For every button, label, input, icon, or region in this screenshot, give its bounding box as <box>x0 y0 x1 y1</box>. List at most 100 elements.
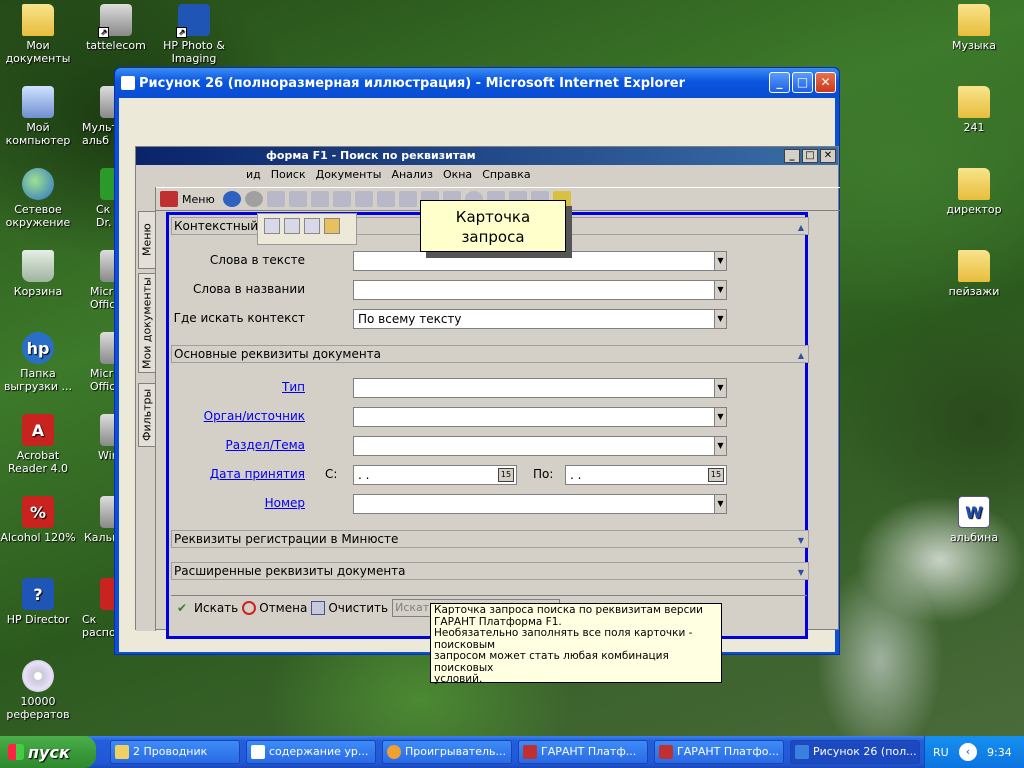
where-to-search-select[interactable]: По всему тексту ▼ <box>353 309 727 329</box>
type-field[interactable]: ▼ <box>353 378 727 398</box>
number-link[interactable]: Номер <box>169 496 305 510</box>
font-increase-icon[interactable] <box>332 191 351 207</box>
search-button[interactable]: ✔ Искать <box>177 601 238 615</box>
desktop-icon-my-computer[interactable]: Мой компьютер <box>0 86 76 147</box>
desktop-icon-hp-photo[interactable]: ↗ HP Photo & Imaging <box>156 4 232 65</box>
garant-minimize-button[interactable]: _ <box>784 149 800 163</box>
organ-link[interactable]: Орган/источник <box>169 409 305 423</box>
desktop-icon-windows[interactable]: Win <box>78 414 132 462</box>
minimize-button[interactable]: _ <box>769 72 790 93</box>
menu-item[interactable]: ид <box>246 168 261 181</box>
desktop-icon-241[interactable]: 241 <box>936 86 1012 134</box>
desktop-icon-acrobat[interactable]: A Acrobat Reader 4.0 <box>0 414 76 475</box>
date-link[interactable]: Дата принятия <box>169 467 305 481</box>
system-tray: RU ‹ 9:34 <box>924 736 1024 768</box>
desktop-icon-recognize[interactable]: Ск распоз <box>78 578 132 639</box>
dropdown-arrow-icon[interactable]: ▼ <box>714 281 726 299</box>
desktop-icon-landscapes[interactable]: пейзажи <box>936 250 1012 298</box>
menu-item-search[interactable]: Поиск <box>271 168 306 181</box>
menu-item-documents[interactable]: Документы <box>316 168 382 181</box>
words-in-title-field[interactable]: ▼ <box>353 280 727 300</box>
desktop-icon-office-2[interactable]: Micr Offic <box>78 332 132 393</box>
dropdown-arrow-icon[interactable]: ▼ <box>714 379 726 397</box>
desktop-icon-network[interactable]: Сетевое окружение <box>0 168 76 229</box>
desktop-icon-my-documents[interactable]: Мои документы <box>0 4 76 65</box>
desktop-icon-hp-director[interactable]: ? HP Director <box>0 578 76 626</box>
date-to-field[interactable]: . . 15 <box>565 465 727 485</box>
task-word[interactable]: содержание ур... <box>246 740 376 764</box>
ie-titlebar[interactable]: Рисунок 26 (полноразмерная иллюстрация) … <box>115 68 839 98</box>
folder-red-icon[interactable] <box>376 191 395 207</box>
desktop-icon-music[interactable]: Музыка <box>936 4 1012 52</box>
cancel-button[interactable]: Отмена <box>242 600 307 615</box>
desktop-icon-calculator[interactable]: Кальк <box>78 496 132 544</box>
garant-titlebar[interactable]: форма F1 - Поиск по реквизитам _ □ ✕ <box>136 147 838 165</box>
desktop-icon-office-1[interactable]: Micr Offic <box>78 250 132 311</box>
language-indicator[interactable]: RU <box>933 746 949 759</box>
desktop-icon-label: Сетевое окружение <box>5 203 71 229</box>
tab-my-documents[interactable]: Мои документы <box>138 273 156 373</box>
tab-filters[interactable]: Фильтры <box>138 383 156 447</box>
section-field[interactable]: ▼ <box>353 436 727 456</box>
menu-item-windows[interactable]: Окна <box>443 168 472 181</box>
words-in-text-field[interactable]: ▼ <box>353 251 727 271</box>
cancel-icon <box>242 600 257 615</box>
chevron-left-icon[interactable]: ‹ <box>959 743 977 761</box>
menu-item-analysis[interactable]: Анализ <box>391 168 433 181</box>
menu-flag-icon[interactable] <box>160 191 178 207</box>
desktop-icon-hp-folder[interactable]: hp Папка выгрузки ... <box>0 332 76 393</box>
task-garant-1[interactable]: ГАРАНТ Платф... <box>518 740 648 764</box>
desktop-icon-label: HP Director <box>6 613 70 626</box>
desktop-icon-alcohol[interactable]: % Alcohol 120% <box>0 496 76 544</box>
organ-field[interactable]: ▼ <box>353 407 727 427</box>
toolbar-menu-button[interactable]: Меню <box>182 193 215 206</box>
number-field[interactable]: ▼ <box>353 494 727 514</box>
clock[interactable]: 9:34 <box>987 746 1012 759</box>
task-explorer[interactable]: 2 Проводник <box>110 740 240 764</box>
desktop-icon-label: Музыка <box>952 39 996 52</box>
tab-menu[interactable]: Меню <box>138 211 156 269</box>
mail-icon[interactable] <box>304 218 320 234</box>
print-icon[interactable] <box>284 218 300 234</box>
garant-close-button[interactable]: ✕ <box>820 149 836 163</box>
section-extended[interactable]: Расширенные реквизиты документа ▼ <box>171 562 809 580</box>
search-doc-icon[interactable] <box>288 191 307 207</box>
back-icon[interactable] <box>222 191 241 207</box>
desktop-icon-10000[interactable]: 10000 рефератов <box>0 660 76 721</box>
desktop-icon-albina[interactable]: W альбина <box>936 496 1012 544</box>
desktop-icon-director[interactable]: директор <box>936 168 1012 216</box>
maximize-button[interactable]: □ <box>792 72 813 93</box>
section-link[interactable]: Раздел/Тема <box>169 438 305 452</box>
desktop-icon-tattelecom[interactable]: ↗ tattelecom <box>78 4 154 52</box>
desktop-icon-recycle-bin[interactable]: Корзина <box>0 250 76 298</box>
folder-stop-icon[interactable] <box>398 191 417 207</box>
task-media-player[interactable]: Проигрыватель... <box>382 740 512 764</box>
close-button[interactable]: ✕ <box>815 72 836 93</box>
where-to-search-label: Где искать контекст <box>173 311 305 325</box>
forward-icon[interactable] <box>244 191 263 207</box>
desktop-icon-multimedia[interactable]: Мульт альб <box>78 86 132 147</box>
menu-item-help[interactable]: Справка <box>482 168 530 181</box>
calendar-icon[interactable]: 15 <box>498 468 514 482</box>
clear-button[interactable]: Очистить <box>311 600 388 615</box>
task-ie[interactable]: Рисунок 26 (пол... <box>790 740 920 764</box>
type-link[interactable]: Тип <box>169 380 305 394</box>
dropdown-arrow-icon[interactable]: ▼ <box>714 437 726 455</box>
save-icon[interactable] <box>264 218 280 234</box>
section-minjust[interactable]: Реквизиты регистрации в Минюсте ▼ <box>171 530 809 548</box>
dropdown-arrow-icon[interactable]: ▼ <box>714 310 726 328</box>
dropdown-arrow-icon[interactable]: ▼ <box>714 408 726 426</box>
dropdown-arrow-icon[interactable]: ▼ <box>714 495 726 513</box>
desktop-icon-scan[interactable]: Ск Dr. <box>78 168 132 229</box>
date-from-field[interactable]: . . 15 <box>353 465 517 485</box>
section-main-requisites[interactable]: Основные реквизиты документа ▲ <box>171 345 809 363</box>
folder-icon[interactable] <box>324 218 340 234</box>
dropdown-arrow-icon[interactable]: ▼ <box>714 252 726 270</box>
search-icon[interactable] <box>266 191 285 207</box>
start-button[interactable]: пуск <box>0 736 96 768</box>
zoom-icon[interactable] <box>310 191 329 207</box>
garant-maximize-button[interactable]: □ <box>802 149 818 163</box>
calendar-icon[interactable]: 15 <box>708 468 724 482</box>
task-garant-2[interactable]: ГАРАНТ Платфо... <box>654 740 784 764</box>
font-decrease-icon[interactable] <box>354 191 373 207</box>
